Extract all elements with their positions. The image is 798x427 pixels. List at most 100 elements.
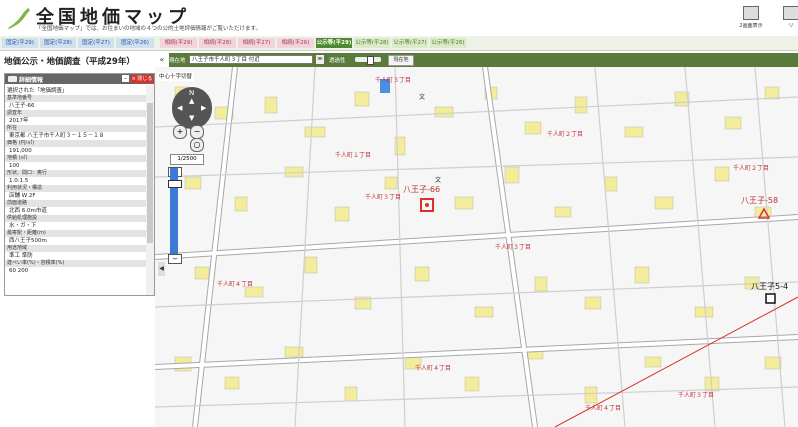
opacity-label: 透過性 <box>329 58 346 64</box>
field-label: 形状、間口：奥行 <box>5 170 146 177</box>
site-subtitle: 「全国地価マップ」では、お住まいの地域の４つの公的土地評価情報がご覧いただけます… <box>36 26 261 32</box>
marker-label-square: 八王子5-4 <box>751 282 789 291</box>
address-go-button[interactable]: ≫ <box>316 55 324 64</box>
pan-down-icon[interactable]: ▼ <box>189 114 194 122</box>
magnify-reset-icon[interactable]: ○ <box>190 138 204 152</box>
street-label: 千人町３丁目 <box>365 194 402 201</box>
detail-panel-body: 選択された「地価調査」 基準地番号 八王子-66 調査年 2017年 所在 東京… <box>5 85 146 295</box>
site-header: 全国地価マップ 「全国地価マップ」では、お住まいの地域の４つの公的土地評価情報が… <box>0 0 798 36</box>
reload-button[interactable]: リ <box>778 6 798 32</box>
marker-label-selected: 八王子-66 <box>403 185 441 194</box>
field-label: 供給処理施設 <box>5 215 146 222</box>
panel-scrollbar[interactable] <box>146 85 154 295</box>
school-symbol: 文 <box>419 94 426 101</box>
map-graphic <box>155 67 798 427</box>
field-value: 2017年 <box>9 118 29 124</box>
marker-label-triangle: 八王子-58 <box>741 196 779 205</box>
close-button[interactable]: × 閉じる <box>131 75 153 83</box>
field-value: 191,000 <box>9 148 32 154</box>
tab-fixed-h27[interactable]: 固定(平27) <box>78 38 114 48</box>
detail-panel-header: 詳細情報 – × 閉じる <box>5 74 154 84</box>
field-label: 前面道路 <box>5 200 146 207</box>
field-label: 用途地域 <box>5 245 146 252</box>
street-label: 千人町１丁目 <box>335 152 372 159</box>
school-symbol: 文 <box>435 177 442 184</box>
dual-screen-icon <box>743 6 759 20</box>
tab-fixed-h29[interactable]: 固定(平29) <box>2 38 38 48</box>
crosshair-toggle[interactable]: 中心十字切替 <box>157 72 195 81</box>
street-label: 千人町２丁目 <box>547 131 584 138</box>
dual-screen-label: 2画面表示 <box>739 23 763 29</box>
field-value: 1.0:1.5 <box>9 178 29 184</box>
japan-logo-icon <box>8 8 30 29</box>
field-label: 調査年 <box>5 110 146 117</box>
field-value: 北西 6.0m市道 <box>9 208 47 214</box>
street-label: 千人町２丁目 <box>733 165 770 172</box>
field-label: 建ぺい率(%)・容積率(%) <box>5 260 146 267</box>
field-value: 八王子-66 <box>9 103 35 109</box>
field-value: 準工 準防 <box>9 253 33 259</box>
tab-inherit-h27[interactable]: 相続(平27) <box>238 38 275 48</box>
tab-public-h26[interactable]: 公示等(平26) <box>430 38 466 48</box>
street-label: 千人町３丁目 <box>495 244 532 251</box>
north-label: N <box>189 89 195 97</box>
tab-public-h29[interactable]: 公示等(平29) <box>316 38 352 48</box>
field-label: 最寄駅・距離(m) <box>5 230 146 237</box>
panel-intro: 選択された「地価調査」 <box>7 88 68 94</box>
tab-fixed-h28[interactable]: 固定(平28) <box>40 38 76 48</box>
square-marker-icon[interactable] <box>765 293 776 304</box>
field-value: 西八王子500m <box>9 238 47 244</box>
minimize-button[interactable]: – <box>122 75 129 82</box>
dual-screen-button[interactable]: 2画面表示 <box>738 6 764 32</box>
tab-inherit-h28[interactable]: 相続(平28) <box>199 38 236 48</box>
expand-panel-arrow-icon[interactable]: ◀ <box>158 262 165 276</box>
tab-public-h28[interactable]: 公示等(平28) <box>354 38 390 48</box>
scale-label: 1/2500 <box>170 154 204 165</box>
field-label: 価格 (円/㎡) <box>5 140 146 147</box>
field-label: 所在 <box>5 125 146 132</box>
panel-title: 地価公示・地価調査（平成29年） <box>4 57 135 67</box>
tab-inherit-h26[interactable]: 相続(平26) <box>277 38 314 48</box>
tab-public-h27[interactable]: 公示等(平27) <box>392 38 428 48</box>
zoom-slider-knob[interactable] <box>168 180 182 188</box>
street-label: 千人町３丁目 <box>678 392 715 399</box>
field-label: 地積 (㎡) <box>5 155 146 162</box>
field-value: 60 200 <box>9 268 29 274</box>
field-value: 店舗 W 2F <box>9 193 36 199</box>
zoom-out-button[interactable]: − <box>168 254 182 264</box>
map-toolbar: 現在地 八王子市千人町３丁目 付近 ≫ 透過性 現在地 <box>155 53 798 67</box>
pan-up-icon[interactable]: ▲ <box>189 97 194 105</box>
major-roads <box>155 67 798 427</box>
field-value: 100 <box>9 163 20 169</box>
field-label: 利用状況・構造 <box>5 185 146 192</box>
magnify-minus-icon[interactable]: − <box>190 125 204 139</box>
panel-scroll-thumb[interactable] <box>147 103 153 243</box>
folder-icon <box>8 76 17 82</box>
detail-panel-title: 詳細情報 <box>19 77 44 84</box>
pan-right-icon[interactable]: ▶ <box>201 104 206 112</box>
minor-roads <box>155 67 798 427</box>
selected-point-marker-icon[interactable] <box>419 197 435 213</box>
tab-inherit-h29[interactable]: 相続(平29) <box>160 38 197 48</box>
street-label: 千人町３丁目 <box>375 77 412 84</box>
pan-control[interactable]: N ▲ ◀ ▶ ▼ <box>172 87 212 129</box>
map-canvas[interactable]: 中心十字切替 千人町３丁目 千人町２丁目 千人町１丁目 千人町３丁目 千人町２丁… <box>155 67 798 427</box>
reload-label: リ <box>788 23 794 29</box>
street-label: 千人町４丁目 <box>217 281 254 288</box>
street-label: 千人町４丁目 <box>585 405 622 412</box>
layer-tabs: 固定(平29) 固定(平28) 固定(平27) 固定(平26) 相続(平29) … <box>0 36 798 51</box>
opacity-slider-knob[interactable] <box>367 56 374 65</box>
detail-panel: 詳細情報 – × 閉じる 選択された「地価調査」 基準地番号 八王子-66 調査… <box>4 73 155 296</box>
collapse-panel-button[interactable]: « <box>155 53 169 67</box>
current-location-button[interactable]: 現在地 <box>388 55 414 66</box>
crosshair-toggle-label: 中心十字切替 <box>159 74 193 80</box>
location-label: 現在地 <box>169 58 186 64</box>
magnify-plus-icon[interactable]: + <box>173 125 187 139</box>
tab-fixed-h26[interactable]: 固定(平26) <box>116 38 154 48</box>
pan-left-icon[interactable]: ◀ <box>177 104 182 112</box>
major-roads-inner <box>155 67 798 427</box>
address-field[interactable]: 八王子市千人町３丁目 付近 <box>189 55 313 64</box>
street-label: 千人町４丁目 <box>415 365 452 372</box>
field-value: 東京都 八王子市千人町３－１５－１８ <box>9 133 105 139</box>
triangle-marker-icon[interactable] <box>758 208 770 219</box>
